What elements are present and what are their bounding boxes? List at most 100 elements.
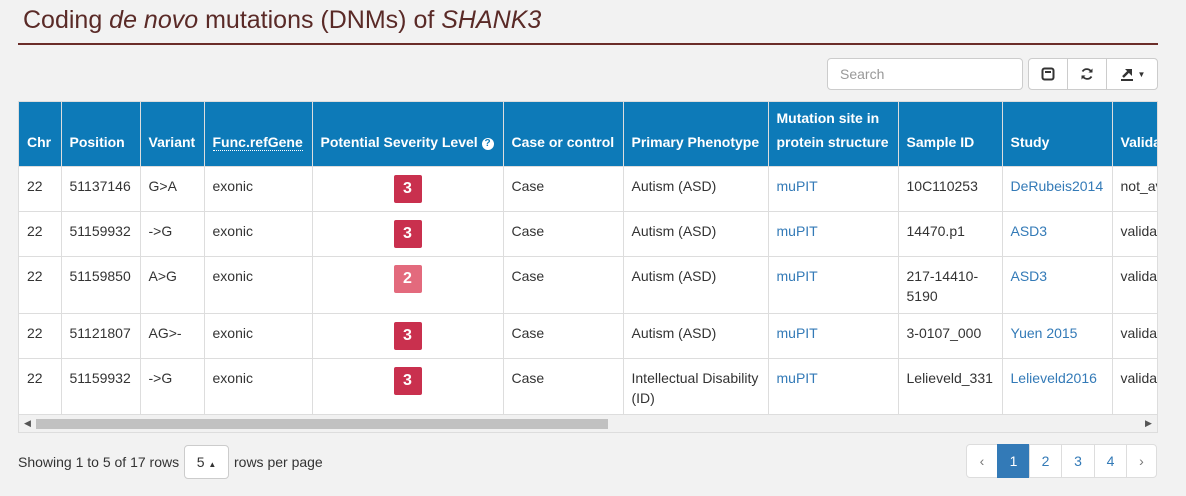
cell-sample: 10C110253 <box>898 166 1003 212</box>
cell-variant: ->G <box>140 211 205 257</box>
search-input[interactable] <box>827 58 1023 90</box>
cell-case: Case <box>503 358 624 416</box>
cell-phenotype: Autism (ASD) <box>623 313 769 359</box>
cell-position: 51159932 <box>61 358 141 416</box>
cell-variant: AG>- <box>140 313 205 359</box>
col-header-case-control[interactable]: Case or control <box>503 102 624 167</box>
page-title: Coding de novo mutations (DNMs) of SHANK… <box>23 6 542 34</box>
cell-case: Case <box>503 211 624 257</box>
cell-sample: 3-0107_000 <box>898 313 1003 359</box>
page-button-1[interactable]: 1 <box>997 444 1030 478</box>
cell-validation: not_av <box>1112 166 1157 212</box>
page-next-button[interactable]: › <box>1126 444 1157 478</box>
cell-phenotype: Autism (ASD) <box>623 166 769 212</box>
cell-study: Yuen 2015 <box>1002 313 1113 359</box>
study-link[interactable]: Lelieveld2016 <box>1011 370 1097 386</box>
cell-mutation-site: muPIT <box>768 256 899 314</box>
scrollbar-thumb[interactable] <box>36 419 608 429</box>
cell-position: 51159850 <box>61 256 141 314</box>
cell-case: Case <box>503 313 624 359</box>
mupit-link[interactable]: muPIT <box>777 370 818 386</box>
title-divider <box>18 43 1158 45</box>
toggle-icon <box>1041 67 1055 81</box>
cell-func: exonic <box>204 166 313 212</box>
table-toolbar: ▼ <box>1028 58 1158 90</box>
table-row: 22 51159932 ->G exonic 3 Case Autism (AS… <box>19 211 1157 257</box>
page-button-4[interactable]: 4 <box>1094 444 1127 478</box>
severity-badge: 2 <box>393 265 422 293</box>
cell-chr: 22 <box>19 166 62 212</box>
page-prev-button[interactable]: ‹ <box>966 444 998 478</box>
col-header-severity[interactable]: Potential Severity Level ? <box>312 102 504 167</box>
cell-position: 51159932 <box>61 211 141 257</box>
cell-severity: 3 <box>312 211 504 257</box>
col-header-sample-id[interactable]: Sample ID <box>898 102 1003 167</box>
cell-study: ASD3 <box>1002 256 1113 314</box>
pagination: ‹ 1 2 3 4 › <box>966 444 1157 478</box>
study-link[interactable]: ASD3 <box>1011 268 1048 284</box>
table-row: 22 51159850 A>G exonic 2 Case Autism (AS… <box>19 256 1157 314</box>
cell-validation: validat <box>1112 358 1157 416</box>
cell-mutation-site: muPIT <box>768 211 899 257</box>
caret-up-icon: ▲ <box>208 460 217 469</box>
cell-mutation-site: muPIT <box>768 166 899 212</box>
scroll-right-icon[interactable]: ▶ <box>1140 415 1157 432</box>
cell-variant: G>A <box>140 166 205 212</box>
data-table: Chr Position Variant Func.refGene Potent… <box>18 101 1158 433</box>
cell-mutation-site: muPIT <box>768 358 899 416</box>
col-header-variant[interactable]: Variant <box>140 102 205 167</box>
col-header-phenotype[interactable]: Primary Phenotype <box>623 102 769 167</box>
col-header-func-refgene[interactable]: Func.refGene <box>204 102 313 167</box>
col-header-mutation-site[interactable]: Mutation site in protein structure <box>768 102 899 167</box>
cell-variant: A>G <box>140 256 205 314</box>
study-link[interactable]: DeRubeis2014 <box>1011 178 1104 194</box>
caret-down-icon: ▼ <box>1137 69 1146 79</box>
cell-chr: 22 <box>19 313 62 359</box>
cell-sample: 217-14410-5190 <box>898 256 1003 314</box>
cell-sample: Lelieveld_331 <box>898 358 1003 416</box>
col-header-study[interactable]: Study <box>1002 102 1113 167</box>
cell-variant: ->G <box>140 358 205 416</box>
refresh-icon <box>1081 68 1093 80</box>
export-button[interactable]: ▼ <box>1106 58 1158 90</box>
scroll-left-icon[interactable]: ◀ <box>19 415 36 432</box>
cell-phenotype: Intellectual Disability (ID) <box>623 358 769 416</box>
cell-severity: 3 <box>312 313 504 359</box>
cell-position: 51137146 <box>61 166 141 212</box>
table-row: 22 51121807 AG>- exonic 3 Case Autism (A… <box>19 313 1157 359</box>
cell-severity: 3 <box>312 358 504 416</box>
cell-severity: 2 <box>312 256 504 314</box>
mupit-link[interactable]: muPIT <box>777 325 818 341</box>
mupit-link[interactable]: muPIT <box>777 268 818 284</box>
export-icon <box>1120 69 1133 81</box>
cell-phenotype: Autism (ASD) <box>623 211 769 257</box>
col-header-chr[interactable]: Chr <box>19 102 62 167</box>
col-header-position[interactable]: Position <box>61 102 141 167</box>
severity-badge: 3 <box>393 175 422 203</box>
cell-mutation-site: muPIT <box>768 313 899 359</box>
horizontal-scrollbar[interactable]: ◀ ▶ <box>19 414 1157 432</box>
table-row: 22 51137146 G>A exonic 3 Case Autism (AS… <box>19 166 1157 212</box>
study-link[interactable]: Yuen 2015 <box>1011 325 1078 341</box>
cell-study: ASD3 <box>1002 211 1113 257</box>
refresh-button[interactable] <box>1067 58 1107 90</box>
severity-badge: 3 <box>393 367 422 395</box>
toggle-view-button[interactable] <box>1028 58 1068 90</box>
cell-func: exonic <box>204 256 313 314</box>
col-header-validation[interactable]: Valida <box>1112 102 1157 167</box>
page-button-3[interactable]: 3 <box>1061 444 1095 478</box>
cell-position: 51121807 <box>61 313 141 359</box>
cell-sample: 14470.p1 <box>898 211 1003 257</box>
table-row: 22 51159932 ->G exonic 3 Case Intellectu… <box>19 358 1157 416</box>
study-link[interactable]: ASD3 <box>1011 223 1048 239</box>
cell-func: exonic <box>204 211 313 257</box>
severity-badge: 3 <box>393 322 422 350</box>
cell-validation: validat <box>1112 256 1157 314</box>
mupit-link[interactable]: muPIT <box>777 223 818 239</box>
help-icon[interactable]: ? <box>481 138 494 150</box>
mupit-link[interactable]: muPIT <box>777 178 818 194</box>
cell-chr: 22 <box>19 211 62 257</box>
page-button-2[interactable]: 2 <box>1029 444 1062 478</box>
page-size-dropdown[interactable]: 5 ▲ <box>184 445 229 479</box>
cell-phenotype: Autism (ASD) <box>623 256 769 314</box>
